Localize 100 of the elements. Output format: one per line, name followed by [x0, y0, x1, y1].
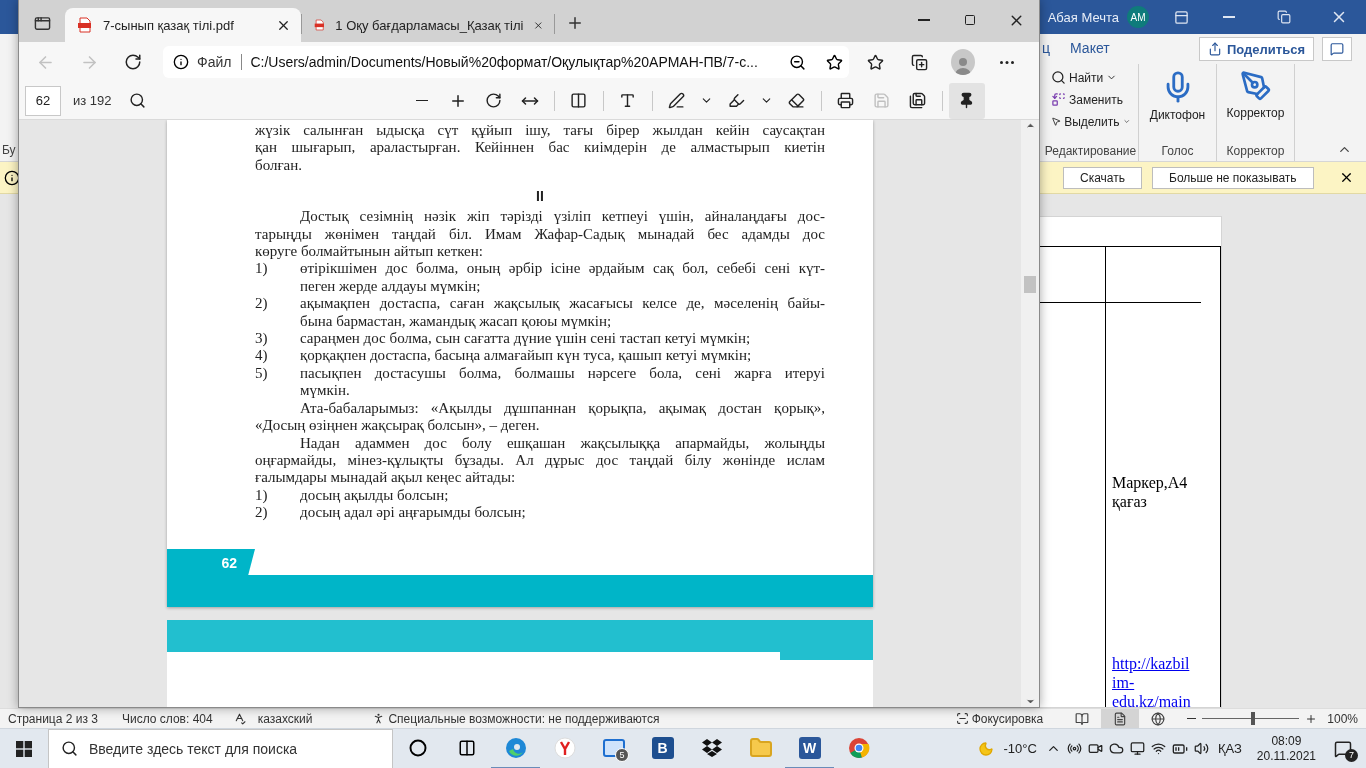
taskbar-app[interactable]: W [785, 728, 834, 768]
wifi-icon[interactable] [1150, 741, 1166, 756]
refresh-icon [124, 53, 142, 71]
section-heading: II [535, 188, 545, 206]
search-icon [61, 739, 78, 757]
url-text: C:/Users/admin/Documents/Новый%20формат/Оқулықтар%20АРМАН-ПВ/7-с... [250, 54, 759, 70]
scroll-up-icon[interactable] [1024, 120, 1036, 131]
folder-icon [748, 735, 773, 760]
add-favorite-icon[interactable] [826, 53, 843, 71]
paragraph: Надан адаммен дос болу ешқашан жақсылыққа апармайды, жолыңды оңғармайды, мінез-құлықты бұзады. Ал дұрыс дос таңдай білу жөнінде ислам ғалымдары мынадай ақыл кеңес айтады: [255, 434, 825, 487]
view-button[interactable] [1101, 708, 1140, 729]
globe-icon [1151, 711, 1166, 726]
book-icon [1075, 711, 1090, 726]
message-bar-button[interactable]: Скачать [1063, 166, 1142, 189]
list-item: 5) пасықпен достасушы болма, болмашы нәрсеге бола, сені жарға итеруі мүмкін. [255, 364, 825, 400]
hotspot-icon[interactable] [1066, 741, 1082, 756]
account-name: Абая Мечта [1047, 9, 1119, 25]
comment-icon [1330, 42, 1344, 56]
accessibility-status: Специальные возможности: не поддерживаются [388, 711, 660, 726]
message-bar-button[interactable]: Больше не показывать [1152, 166, 1314, 189]
scrollbar-thumb[interactable] [1024, 276, 1036, 293]
circle-icon [408, 738, 427, 757]
taskbar-app[interactable]: B [638, 728, 687, 768]
page-total: из 192 [73, 93, 112, 108]
minimize-icon [1222, 16, 1235, 18]
browser-tab[interactable]: 1 Оқу бағдарламасы_Қазақ тілі [302, 8, 554, 42]
group-label: Редактирование [1044, 144, 1137, 158]
focus-icon [955, 712, 969, 725]
address-bar[interactable]: Файл C:/Users/admin/Documents/Новый%20формат/Оқулықтар%20АРМАН-ПВ/7-с... [163, 46, 849, 78]
save-as-icon [909, 92, 927, 109]
language: казахский [257, 711, 313, 726]
pdf-file-icon [77, 17, 93, 33]
close-icon[interactable] [1339, 170, 1354, 185]
rotate-icon [485, 92, 503, 109]
list-item: 1) өтірікшімен дос болма, оның әрбір ісіне әрдайым сақ бол, себебі сені күт- пеген жерде алдауы мүмкін; [255, 260, 825, 296]
zoom-thumb[interactable] [1250, 712, 1255, 725]
group-label: Корректор [1226, 144, 1285, 158]
ribbon-command[interactable]: Диктофон [1149, 68, 1206, 124]
page-count: Страница 2 из 3 [8, 711, 98, 726]
profile-avatar-icon [951, 49, 975, 75]
camera-icon[interactable] [1087, 741, 1103, 756]
ribbon-command[interactable]: Корректор [1226, 68, 1285, 122]
paragraph: Достық сезімнің нәзік жіп тәрізді үзіліп кетпеуі үшін, айналаңдағы дос- тарыңды жөнімен таңдай біл. Имам Жафар-Садық мынадай бес адамды дос көруге болмайтынын айтып кеткен: [255, 208, 825, 261]
collections-icon [910, 53, 928, 71]
toolbar-button[interactable] [948, 82, 985, 119]
volume-icon[interactable] [1193, 741, 1209, 756]
taskbar-app[interactable]: 5 [589, 728, 638, 768]
cell-text: Маркер,А4 қағаз [1112, 473, 1189, 511]
ribbon-command[interactable]: Выделить [1051, 112, 1130, 131]
scheme-label: Файл [197, 54, 243, 70]
browser-tab[interactable]: 7-сынып қазақ тілі.pdf [65, 8, 301, 42]
browser-logo-icon [504, 736, 527, 759]
minimize-icon [918, 19, 930, 21]
windows-logo-icon [16, 740, 32, 757]
read-aloud-icon [619, 92, 637, 109]
page-number-field[interactable]: 62 [25, 85, 61, 116]
ribbon-command[interactable]: Найти [1051, 68, 1130, 87]
group-label: Бу [2, 143, 17, 157]
focus-button[interactable]: Фокусировка [971, 711, 1044, 726]
list-item: 2) ақымақпен достаспа, саған жақсылық жасағысы келсе де, мәселенің байы- бына бармастан, жамандық жасап қоюы мүмкін; [255, 295, 825, 331]
more-icon [1000, 60, 1014, 64]
clock[interactable]: 08:09 20.11.2021 [1250, 733, 1322, 764]
share-icon [1207, 42, 1222, 56]
ribbon-tab[interactable]: Макет [1070, 40, 1110, 58]
printer-icon [837, 92, 855, 109]
page-view-icon [570, 92, 588, 109]
notification-count: 7 [1345, 748, 1358, 762]
list-item: 1) досың ақылды болсын; [255, 486, 450, 505]
zoom-in-icon[interactable] [1305, 712, 1318, 725]
replace-icon [1051, 92, 1066, 107]
language-indicator[interactable]: ҚАЗ [1214, 741, 1245, 756]
avatar: AM [1127, 6, 1149, 28]
weather-temperature[interactable]: -10°C [1000, 741, 1040, 756]
plus-icon [566, 14, 584, 32]
search-field[interactable]: Введите здесь текст для поиска [48, 728, 393, 768]
ribbon-command[interactable]: Заменить [1051, 90, 1130, 109]
monitor-icon[interactable] [1129, 741, 1145, 756]
share-button[interactable]: Поделиться [1198, 37, 1314, 61]
highlighter-icon [728, 92, 746, 109]
paragraph: жүзік салынған ыдысқа сүт құйып ішу, тағы бірер жылдан кейін саусақтан қан шығарып, араластырған. Кейіннен бас киімдерін де алмастырып киетін болған. [255, 122, 825, 175]
restore-icon [1276, 10, 1291, 24]
comments-button[interactable] [1322, 37, 1352, 61]
list-item: 2) досың адал әрі аңғарымды болсын; [255, 504, 527, 522]
zoom-level: 100% [1327, 711, 1358, 726]
search-icon [1051, 70, 1066, 85]
cloud-icon[interactable] [1108, 741, 1124, 756]
ribbon-tab[interactable]: ц [1042, 40, 1051, 58]
document-app-icon: W [798, 736, 821, 759]
eraser-icon [788, 92, 806, 109]
zoom-out-icon[interactable] [789, 53, 806, 71]
letter-app-icon: B [651, 736, 674, 759]
minus-icon [415, 99, 428, 102]
pen-icon [668, 92, 686, 109]
page-icon [1113, 711, 1128, 726]
zoom-out-icon[interactable] [1187, 717, 1197, 720]
page-number: 62 [167, 549, 255, 576]
moon-icon [978, 740, 995, 757]
link[interactable]: http://kazbilim-edu.kz/main [1112, 654, 1191, 707]
search-icon [129, 92, 147, 109]
paragraph: Ата-бабаларымыз: «Ақылды дұшпаннан қорықпа, ақымақ достан қорық», «Досың өзіңнен жақсырақ болсын», – деген. [255, 399, 825, 435]
